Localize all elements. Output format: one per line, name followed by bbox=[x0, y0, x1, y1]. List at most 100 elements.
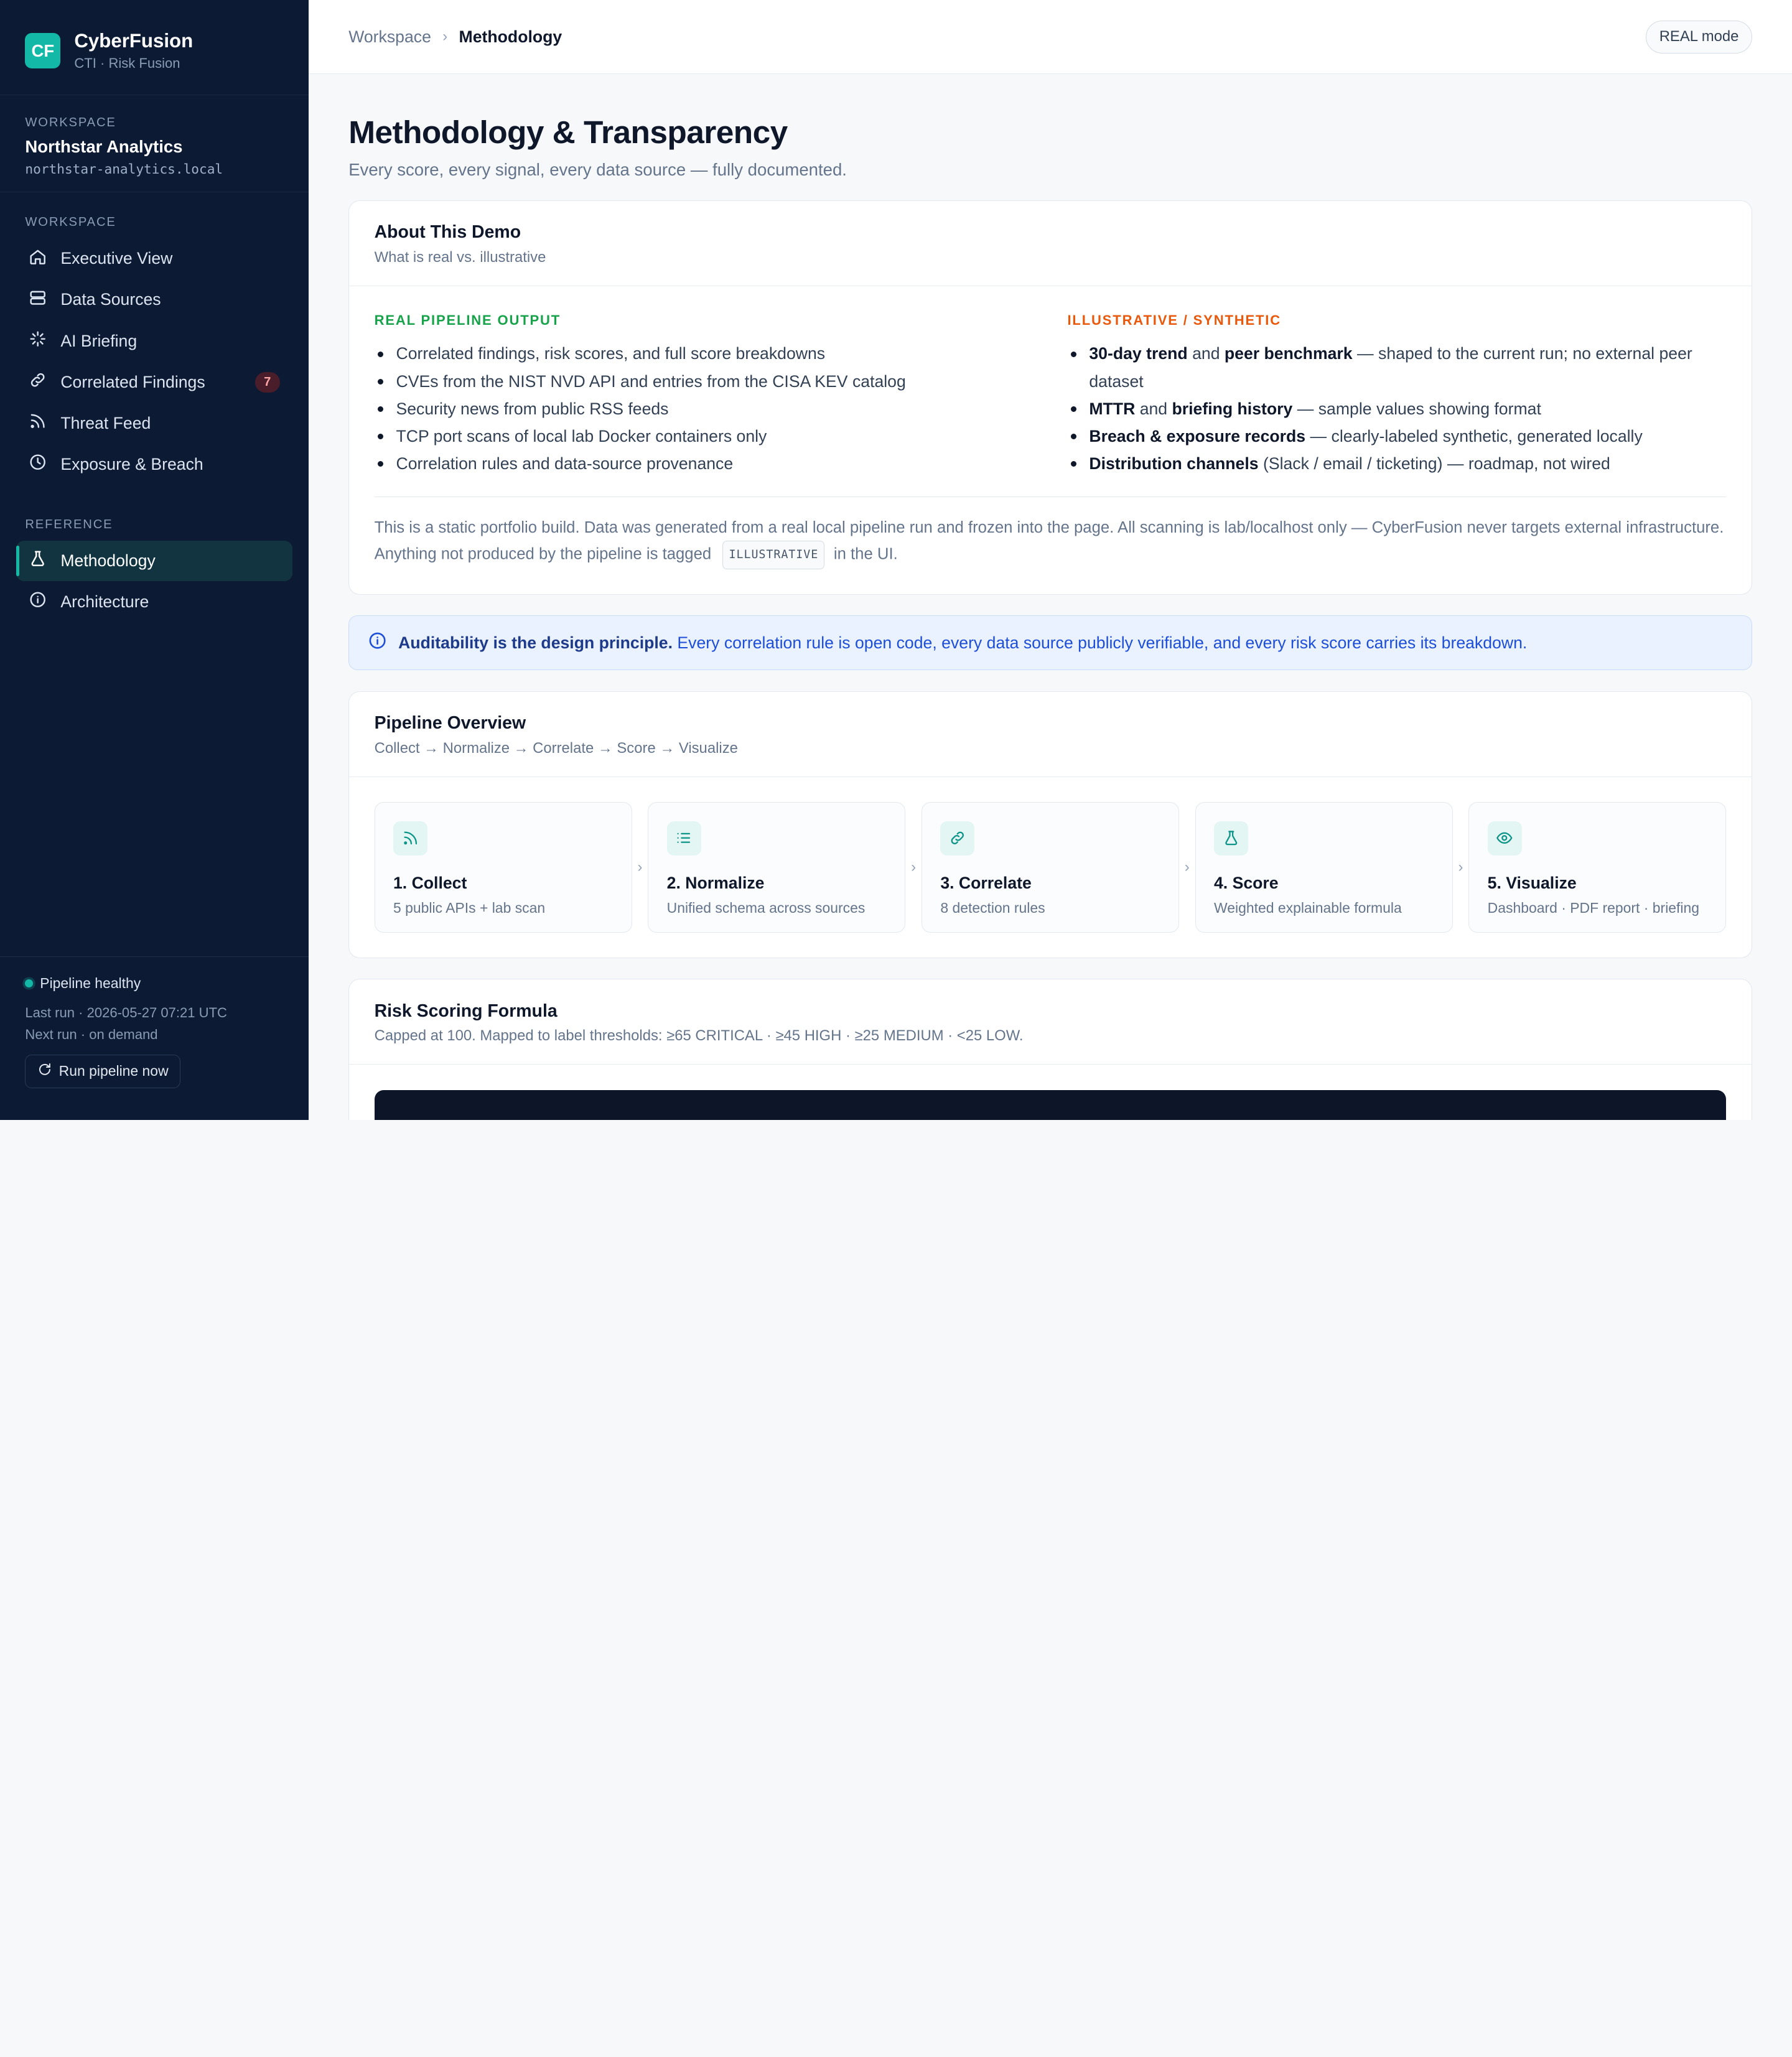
chevron-right-icon: › bbox=[1184, 858, 1190, 875]
rss-icon bbox=[29, 412, 47, 434]
home-icon bbox=[29, 248, 47, 270]
sidebar-item-ai-briefing[interactable]: AI Briefing bbox=[16, 321, 293, 361]
clock-icon bbox=[29, 453, 47, 475]
eye-icon bbox=[1487, 821, 1522, 856]
main-area: Workspace › Methodology REAL mode Method… bbox=[308, 0, 1792, 1120]
step-title: 1. Collect bbox=[393, 874, 467, 893]
list-item: CVEs from the NIST NVD API and entries f… bbox=[375, 368, 1034, 395]
next-run-text: Next run · on demand bbox=[25, 1026, 158, 1042]
demo-note: This is a static portfolio build. Data w… bbox=[375, 515, 1727, 569]
about-demo-card: About This Demo What is real vs. illustr… bbox=[348, 200, 1752, 595]
list-item: MTTR and briefing history — sample value… bbox=[1067, 395, 1726, 422]
sidebar-item-correlated-findings[interactable]: Correlated Findings 7 bbox=[16, 362, 293, 402]
nav-reference-section: REFERENCE Methodology Architecture bbox=[0, 485, 309, 623]
formula-code-block bbox=[374, 1089, 1727, 1120]
sidebar-item-exposure-breach[interactable]: Exposure & Breach bbox=[16, 444, 293, 484]
rss-icon bbox=[393, 821, 428, 856]
list-icon bbox=[666, 821, 701, 856]
pipeline-step-collect: 1. Collect 5 public APIs + lab scan bbox=[374, 802, 632, 933]
pipeline-status-text: Pipeline healthy bbox=[40, 975, 141, 992]
pipeline-step-correlate: 3. Correlate 8 detection rules bbox=[921, 802, 1179, 933]
card-subtitle: What is real vs. illustrative bbox=[374, 248, 546, 266]
real-column: REAL PIPELINE OUTPUT Correlated findings… bbox=[375, 312, 1034, 477]
sidebar-item-label: Correlated Findings bbox=[60, 372, 205, 391]
real-list: Correlated findings, risk scores, and fu… bbox=[375, 340, 1034, 477]
workspace-name: Northstar Analytics bbox=[25, 137, 183, 157]
illustrative-tag: ILLUSTRATIVE bbox=[722, 540, 825, 569]
pipeline-step-score: 4. Score Weighted explainable formula bbox=[1195, 802, 1453, 933]
chevron-right-icon: › bbox=[1458, 858, 1463, 875]
brand-name: CyberFusion bbox=[74, 29, 194, 52]
database-icon bbox=[29, 289, 47, 311]
auditability-callout: Auditability is the design principle. Ev… bbox=[348, 615, 1752, 671]
callout-text: Every correlation rule is open code, eve… bbox=[673, 633, 1528, 652]
topbar: Workspace › Methodology REAL mode bbox=[308, 0, 1792, 75]
sidebar-item-label: Architecture bbox=[60, 592, 149, 612]
workspace-label: WORKSPACE bbox=[25, 116, 116, 130]
brand-subtitle: CTI · Risk Fusion bbox=[74, 55, 180, 72]
refresh-icon bbox=[37, 1062, 52, 1081]
card-subtitle: Capped at 100. Mapped to label threshold… bbox=[374, 1027, 1024, 1045]
sidebar-item-architecture[interactable]: Architecture bbox=[16, 582, 293, 622]
risk-scoring-card: Risk Scoring Formula Capped at 100. Mapp… bbox=[348, 979, 1752, 1120]
list-item: Breach & exposure records — clearly-labe… bbox=[1067, 422, 1726, 450]
sidebar-item-label: Exposure & Breach bbox=[60, 454, 203, 473]
sparkle-icon bbox=[29, 330, 47, 352]
pipeline-step-normalize: 2. Normalize Unified schema across sourc… bbox=[648, 802, 906, 933]
sidebar: CF CyberFusion CTI · Risk Fusion WORKSPA… bbox=[0, 0, 309, 1120]
real-label: REAL PIPELINE OUTPUT bbox=[374, 312, 561, 329]
sidebar-item-threat-feed[interactable]: Threat Feed bbox=[16, 403, 293, 443]
callout-bold: Auditability is the design principle. bbox=[398, 633, 673, 652]
info-icon bbox=[29, 590, 47, 613]
run-pipeline-button[interactable]: Run pipeline now bbox=[25, 1055, 180, 1088]
list-item: TCP port scans of local lab Docker conta… bbox=[375, 422, 1034, 450]
workspace-domain: northstar-analytics.local bbox=[25, 161, 223, 177]
page-subtitle: Every score, every signal, every data so… bbox=[348, 159, 847, 179]
step-subtitle: Unified schema across sources bbox=[666, 900, 866, 917]
status-dot-icon bbox=[25, 979, 34, 988]
info-icon bbox=[368, 631, 387, 655]
sidebar-item-data-sources[interactable]: Data Sources bbox=[16, 280, 293, 320]
step-subtitle: Weighted explainable formula bbox=[1213, 900, 1402, 917]
illustrative-list: 30-day trend and peer benchmark — shaped… bbox=[1067, 340, 1726, 477]
run-pipeline-label: Run pipeline now bbox=[58, 1063, 169, 1080]
flask-icon bbox=[1213, 821, 1249, 856]
step-title: 5. Visualize bbox=[1487, 874, 1577, 893]
illustrative-column: ILLUSTRATIVE / SYNTHETIC 30-day trend an… bbox=[1067, 312, 1726, 477]
brand-logo: CF bbox=[25, 33, 61, 68]
sidebar-item-label: Data Sources bbox=[60, 290, 161, 309]
nav-workspace-section: WORKSPACE Executive View Data Sources AI… bbox=[0, 192, 309, 485]
workspace-switcher[interactable]: WORKSPACE Northstar Analytics northstar-… bbox=[0, 95, 309, 193]
breadcrumb-workspace[interactable]: Workspace bbox=[348, 27, 431, 47]
pipeline-steps: 1. Collect 5 public APIs + lab scan › 2.… bbox=[374, 802, 1727, 933]
list-item: Security news from public RSS feeds bbox=[375, 395, 1034, 422]
list-item: 30-day trend and peer benchmark — shaped… bbox=[1067, 340, 1726, 394]
nav-section-label: WORKSPACE bbox=[25, 215, 116, 229]
link-icon bbox=[940, 821, 975, 856]
chevron-right-icon: › bbox=[637, 858, 643, 875]
step-subtitle: 5 public APIs + lab scan bbox=[393, 900, 546, 917]
card-title: About This Demo bbox=[374, 222, 521, 243]
card-title: Risk Scoring Formula bbox=[374, 1001, 558, 1021]
sidebar-item-label: Methodology bbox=[60, 551, 156, 571]
page-title: Methodology & Transparency bbox=[348, 113, 788, 150]
sidebar-item-label: AI Briefing bbox=[60, 331, 138, 350]
breadcrumb-current: Methodology bbox=[459, 27, 562, 46]
app-root: CF CyberFusion CTI · Risk Fusion WORKSPA… bbox=[0, 0, 1792, 1120]
breadcrumb: Workspace › Methodology bbox=[348, 27, 562, 47]
sidebar-item-executive-view[interactable]: Executive View bbox=[16, 239, 293, 279]
link-icon bbox=[29, 371, 47, 393]
sidebar-item-methodology[interactable]: Methodology bbox=[16, 541, 293, 581]
findings-count-badge: 7 bbox=[254, 371, 280, 393]
step-title: 4. Score bbox=[1213, 874, 1279, 893]
card-title: Pipeline Overview bbox=[374, 713, 526, 734]
brand[interactable]: CF CyberFusion CTI · Risk Fusion bbox=[0, 0, 309, 95]
nav-section-label: REFERENCE bbox=[25, 517, 113, 531]
sidebar-item-label: Executive View bbox=[60, 249, 173, 268]
list-item: Correlation rules and data-source proven… bbox=[375, 450, 1034, 477]
list-item: Correlated findings, risk scores, and fu… bbox=[375, 340, 1034, 367]
chevron-right-icon: › bbox=[911, 858, 917, 875]
pipeline-health: Pipeline healthy bbox=[25, 975, 283, 992]
illustrative-label: ILLUSTRATIVE / SYNTHETIC bbox=[1067, 312, 1282, 329]
mode-badge[interactable]: REAL mode bbox=[1646, 20, 1752, 54]
